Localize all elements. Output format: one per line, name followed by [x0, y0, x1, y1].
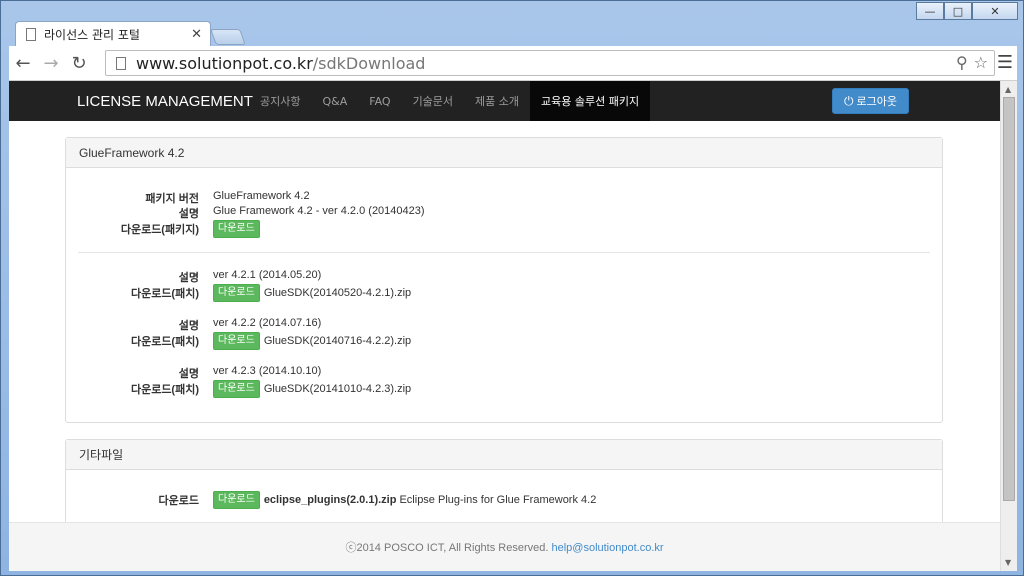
- value: Glue Framework 4.2 - ver 4.2.0 (20140423…: [213, 205, 425, 217]
- back-icon[interactable]: ←: [9, 49, 37, 77]
- page-icon: [116, 56, 126, 70]
- download-button[interactable]: 다운로드: [213, 491, 260, 509]
- value: GlueFramework 4.2: [213, 190, 310, 202]
- nav-link-faq[interactable]: FAQ: [358, 81, 401, 121]
- nav-link-qna[interactable]: Q&A: [311, 81, 358, 121]
- package-panel: GlueFramework 4.2 패키지 버전 GlueFramework 4…: [65, 137, 943, 423]
- page-icon: [26, 28, 36, 41]
- reload-icon[interactable]: ↻: [65, 49, 93, 77]
- patch-download-row: 다운로드(패치) 다운로드 GlueSDK(20140716-4.2.2).zip: [66, 332, 942, 350]
- file-name: GlueSDK(20140716-4.2.2).zip: [263, 335, 412, 347]
- patch-download-row: 다운로드(패치) 다운로드 GlueSDK(20140520-4.2.1).zip: [66, 284, 942, 302]
- label: 다운로드: [158, 495, 199, 507]
- package-download-row: 다운로드(패키지) 다운로드: [66, 220, 942, 238]
- label: 다운로드(패치): [130, 336, 199, 348]
- forward-icon[interactable]: →: [37, 49, 65, 77]
- package-desc-row: 설명 Glue Framework 4.2 - ver 4.2.0 (20140…: [66, 205, 942, 221]
- nav-links: 공지사항 Q&A FAQ 기술문서 제품 소개 교육용 솔루션 패키지: [249, 81, 651, 121]
- file-name: eclipse_plugins(2.0.1).zip: [263, 494, 397, 506]
- file-description: Eclipse Plug-ins for Glue Framework 4.2: [399, 494, 597, 506]
- tab-title: 라이선스 관리 포털: [44, 28, 140, 42]
- label: 다운로드(패치): [130, 288, 199, 300]
- address-bar[interactable]: www.solutionpot.co.kr/sdkDownload ⚲ ☆: [105, 50, 995, 76]
- package-version-row: 패키지 버전 GlueFramework 4.2: [66, 190, 942, 206]
- value: ver 4.2.3 (2014.10.10): [213, 365, 322, 377]
- minimize-icon[interactable]: —: [916, 2, 944, 20]
- panel-title: 기타파일: [66, 440, 942, 470]
- scroll-up-icon[interactable]: ▲: [1005, 85, 1011, 94]
- file-name: GlueSDK(20141010-4.2.3).zip: [263, 383, 412, 395]
- patch-desc-row: 설명 ver 4.2.3 (2014.10.10): [66, 365, 942, 381]
- browser-window: — □ ✕ 라이선스 관리 포털 ✕ ← → ↻ www.solutionpot…: [0, 0, 1024, 576]
- nav-link-education-package[interactable]: 교육용 솔루션 패키지: [530, 81, 651, 121]
- label: 패키지 버전: [145, 193, 199, 205]
- browser-toolbar: ← → ↻ www.solutionpot.co.kr/sdkDownload …: [9, 46, 1017, 81]
- other-download-row: 다운로드 다운로드 eclipse_plugins(2.0.1).zip Ecl…: [66, 491, 942, 509]
- label: 설명: [178, 208, 199, 220]
- label: 설명: [178, 368, 199, 380]
- download-button[interactable]: 다운로드: [213, 220, 260, 238]
- close-window-icon[interactable]: ✕: [972, 2, 1018, 20]
- download-button[interactable]: 다운로드: [213, 380, 260, 398]
- download-button[interactable]: 다운로드: [213, 284, 260, 302]
- navbar: LICENSE MANAGEMENT 공지사항 Q&A FAQ 기술문서 제품 …: [9, 81, 1000, 121]
- divider: [78, 252, 930, 253]
- copyright-text: ⓒ2014 POSCO ICT, All Rights Reserved.: [345, 542, 549, 554]
- maximize-icon[interactable]: □: [944, 2, 972, 20]
- value: ver 4.2.2 (2014.07.16): [213, 317, 322, 329]
- new-tab-button[interactable]: [210, 29, 246, 45]
- patch-download-row: 다운로드(패치) 다운로드 GlueSDK(20141010-4.2.3).zip: [66, 380, 942, 398]
- scrollbar[interactable]: ▲ ▼: [1000, 81, 1017, 571]
- menu-icon[interactable]: ☰: [997, 52, 1013, 73]
- tab-close-icon[interactable]: ✕: [191, 27, 202, 42]
- label: 설명: [178, 272, 199, 284]
- value: ver 4.2.1 (2014.05.20): [213, 269, 322, 281]
- label: 다운로드(패키지): [120, 224, 199, 236]
- label: 다운로드(패치): [130, 384, 199, 396]
- browser-tab[interactable]: 라이선스 관리 포털 ✕: [15, 21, 211, 47]
- scroll-down-icon[interactable]: ▼: [1005, 558, 1011, 567]
- brand-title[interactable]: LICENSE MANAGEMENT: [77, 93, 253, 110]
- star-icon[interactable]: ☆: [974, 53, 988, 72]
- nav-link-tech-docs[interactable]: 기술문서: [402, 81, 464, 121]
- page-viewport: LICENSE MANAGEMENT 공지사항 Q&A FAQ 기술문서 제품 …: [9, 81, 1000, 571]
- logout-button[interactable]: ⏻ 로그아웃: [832, 88, 909, 114]
- logout-label: 로그아웃: [856, 95, 897, 108]
- file-name: GlueSDK(20140520-4.2.1).zip: [263, 287, 412, 299]
- url-path: /sdkDownload: [312, 53, 426, 73]
- label: 설명: [178, 320, 199, 332]
- nav-link-product[interactable]: 제품 소개: [464, 81, 530, 121]
- nav-link-notice[interactable]: 공지사항: [249, 81, 311, 121]
- scroll-thumb[interactable]: [1003, 97, 1015, 501]
- patch-desc-row: 설명 ver 4.2.1 (2014.05.20): [66, 269, 942, 285]
- patch-desc-row: 설명 ver 4.2.2 (2014.07.16): [66, 317, 942, 333]
- search-icon[interactable]: ⚲: [956, 53, 968, 72]
- download-button[interactable]: 다운로드: [213, 332, 260, 350]
- window-controls: — □ ✕: [916, 2, 1018, 20]
- panel-title: GlueFramework 4.2: [66, 138, 942, 168]
- url-host: www.solutionpot.co.kr: [136, 53, 313, 73]
- email-link[interactable]: help@solutionpot.co.kr: [551, 542, 663, 554]
- footer: ⓒ2014 POSCO ICT, All Rights Reserved. he…: [9, 522, 1000, 571]
- power-icon: ⏻: [844, 93, 854, 108]
